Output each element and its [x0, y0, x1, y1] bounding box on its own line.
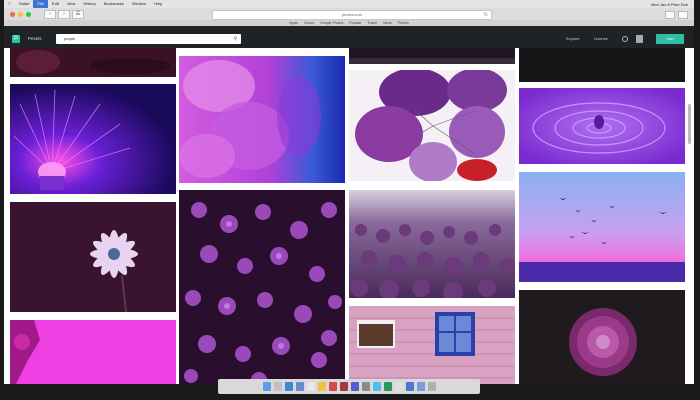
menu-file[interactable]: File	[33, 0, 48, 8]
explore-link[interactable]: Explore	[566, 36, 580, 42]
notifications-icon[interactable]	[622, 36, 628, 42]
messages-icon[interactable]	[372, 382, 381, 391]
mac-dock	[218, 379, 480, 394]
notes-icon[interactable]	[317, 382, 326, 391]
close-window-button[interactable]	[10, 11, 15, 17]
minimize-window-button[interactable]	[18, 11, 23, 17]
photo-dark-top-strip-right[interactable]	[519, 48, 685, 82]
mail-icon[interactable]	[295, 382, 304, 391]
toolbar-right-buttons	[665, 11, 688, 19]
url-text: pexels.com	[341, 12, 363, 17]
calendar-icon[interactable]	[306, 382, 315, 391]
menu-help[interactable]: Help	[150, 0, 166, 8]
apple-menu-icon[interactable]: 	[4, 0, 15, 8]
launchpad-icon[interactable]	[273, 382, 282, 391]
forward-button[interactable]: ›	[58, 9, 70, 19]
photo-fiber-optic-lamp[interactable]	[10, 84, 176, 194]
menu-edit[interactable]: Edit	[48, 0, 63, 8]
photo-pink-wooden-house[interactable]	[349, 306, 515, 384]
share-icon[interactable]	[665, 11, 675, 19]
menu-history[interactable]: History	[79, 0, 99, 8]
mac-menu-bar:  Safari File Edit View History Bookmark…	[4, 0, 694, 8]
photo-purple-water-drop[interactable]	[519, 88, 685, 164]
pexels-logo-icon[interactable]: P	[12, 35, 20, 43]
page-scrollbar[interactable]	[688, 104, 691, 144]
tabs-icon[interactable]	[678, 11, 688, 19]
search-input[interactable]: purple ⚲	[56, 34, 241, 44]
preview-icon[interactable]	[394, 382, 403, 391]
brand-name[interactable]: Pexels	[28, 35, 42, 43]
photo-magenta-flower-corner[interactable]	[10, 320, 176, 384]
settings-icon[interactable]	[361, 382, 370, 391]
nav-buttons: ‹ › ☰	[44, 9, 84, 19]
menu-window[interactable]: Window	[128, 0, 150, 8]
app-store-icon[interactable]	[350, 382, 359, 391]
photo-purple-flower-cluster[interactable]	[179, 190, 345, 384]
join-button[interactable]: Join	[656, 34, 684, 44]
photo-purple-sky-birds[interactable]	[519, 172, 685, 282]
photo-purple-chrysanthemum[interactable]	[519, 290, 685, 384]
menu-safari[interactable]: Safari	[15, 0, 33, 8]
search-value: purple	[64, 36, 76, 41]
zoom-window-button[interactable]	[26, 11, 31, 17]
photo-purple-petals-closeup[interactable]	[179, 56, 345, 183]
folder-icon[interactable]	[405, 382, 414, 391]
music-icon[interactable]	[339, 382, 348, 391]
license-link[interactable]: License	[594, 36, 608, 42]
menu-view[interactable]: View	[63, 0, 80, 8]
photo-dark-purple-strip[interactable]	[10, 48, 176, 77]
facetime-icon[interactable]	[383, 382, 392, 391]
screen-frame:  Safari File Edit View History Bookmark…	[4, 0, 694, 384]
safari-icon[interactable]	[284, 382, 293, 391]
downloads-icon[interactable]	[416, 382, 425, 391]
back-button[interactable]: ‹	[44, 9, 56, 19]
search-icon[interactable]: ⚲	[233, 34, 237, 44]
menu-bookmarks[interactable]: Bookmarks	[100, 0, 128, 8]
address-bar[interactable]: pexels.com ↻	[212, 10, 492, 20]
reload-icon[interactable]: ↻	[484, 11, 488, 19]
sidebar-toggle-icon[interactable]: ☰	[72, 9, 84, 19]
photo-dark-top-strip[interactable]	[349, 48, 515, 64]
trash-icon[interactable]	[427, 382, 436, 391]
photo-purple-flower-field[interactable]	[349, 190, 515, 298]
finder-icon[interactable]	[262, 382, 271, 391]
photo-gallery	[4, 48, 694, 384]
user-avatar[interactable]	[636, 35, 643, 43]
window-controls	[4, 11, 44, 17]
photo-purple-balloons[interactable]	[349, 70, 515, 181]
photos-icon[interactable]	[328, 382, 337, 391]
photo-purple-daisy[interactable]	[10, 202, 176, 312]
site-header: P Pexels purple ⚲ Explore License Join	[4, 26, 694, 48]
menu-status-text: Mon Jan 8 Pixie Doe	[651, 1, 688, 7]
